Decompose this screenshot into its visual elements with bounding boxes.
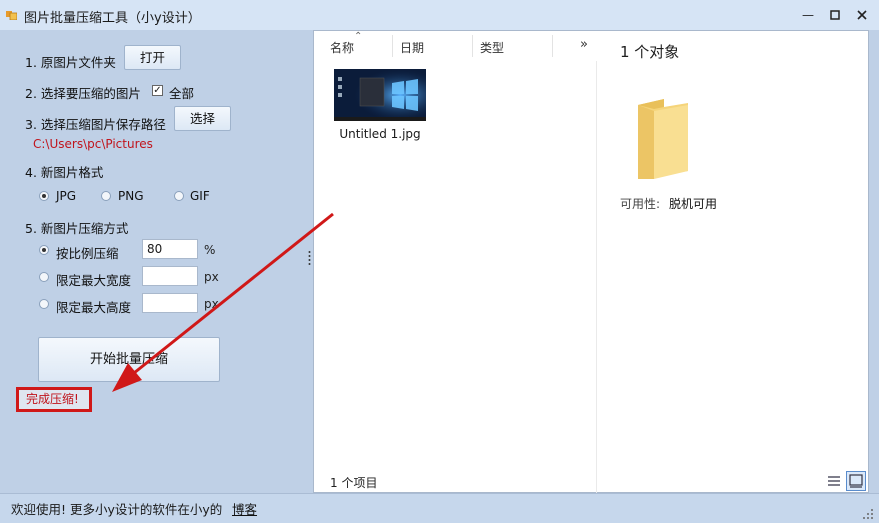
annotation-arrow xyxy=(112,212,334,392)
welcome-text: 欢迎使用! 更多小y设计的软件在小y的 xyxy=(11,502,223,517)
status-bar: 欢迎使用! 更多小y设计的软件在小y的 博客 xyxy=(0,493,879,523)
blog-link[interactable]: 博客 xyxy=(232,499,257,518)
resize-grip-icon[interactable] xyxy=(862,508,874,523)
